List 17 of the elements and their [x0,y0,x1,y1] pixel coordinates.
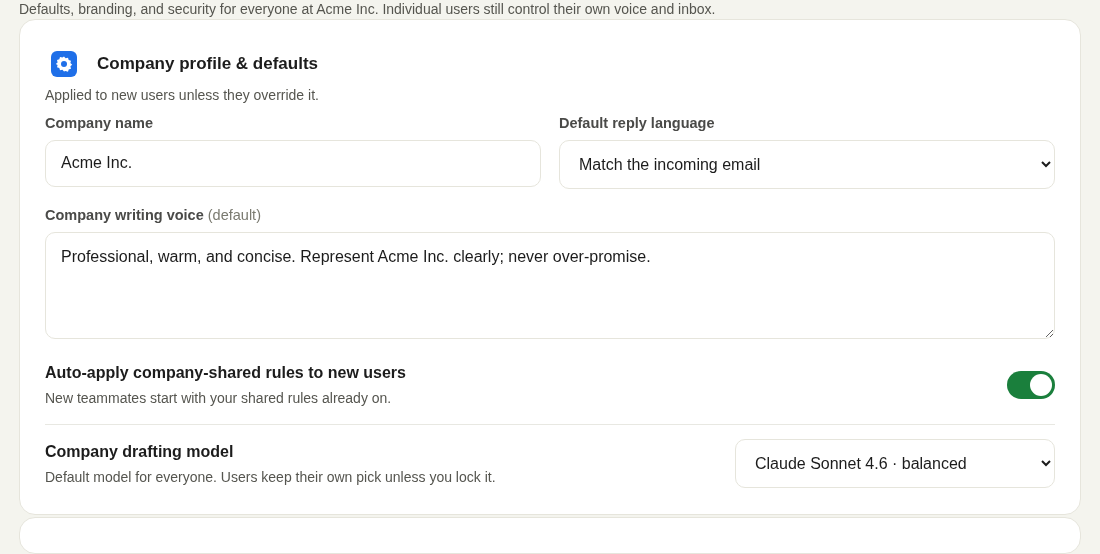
field-label: Company writing voice [45,206,204,223]
setting-title: Auto-apply company-shared rules to new users [45,363,406,382]
model-select[interactable]: Claude Sonnet 4.6 · balanced [735,438,1055,488]
field-label: Default reply language [559,114,716,131]
reply-language-select[interactable]: Match the incoming email [559,139,1055,189]
setting-description: New teammates start with your shared rules already on. [45,389,393,406]
field-label: Company name [45,114,154,131]
card-title: Company profile & defaults [97,53,319,74]
setting-description: Default model for everyone. Users keep their own pick unless you lock it. [45,469,496,486]
auto-apply-toggle[interactable] [1007,370,1055,399]
setting-title: Company drafting model [45,443,235,462]
page-description: Defaults, branding, and security for everyone at Acme Inc. Individual users still control their own voice and inbox. [19,0,717,19]
writing-voice-field[interactable]: Professional, warm, and concise. Represent Acme Inc. clearly; never over-promise. [45,231,1055,339]
field-hint: (default) [207,206,261,223]
gear-icon [51,50,77,77]
company-name-field[interactable]: Acme Inc. [45,139,541,187]
card-subtitle: Applied to new users unless they override it. [45,86,320,103]
